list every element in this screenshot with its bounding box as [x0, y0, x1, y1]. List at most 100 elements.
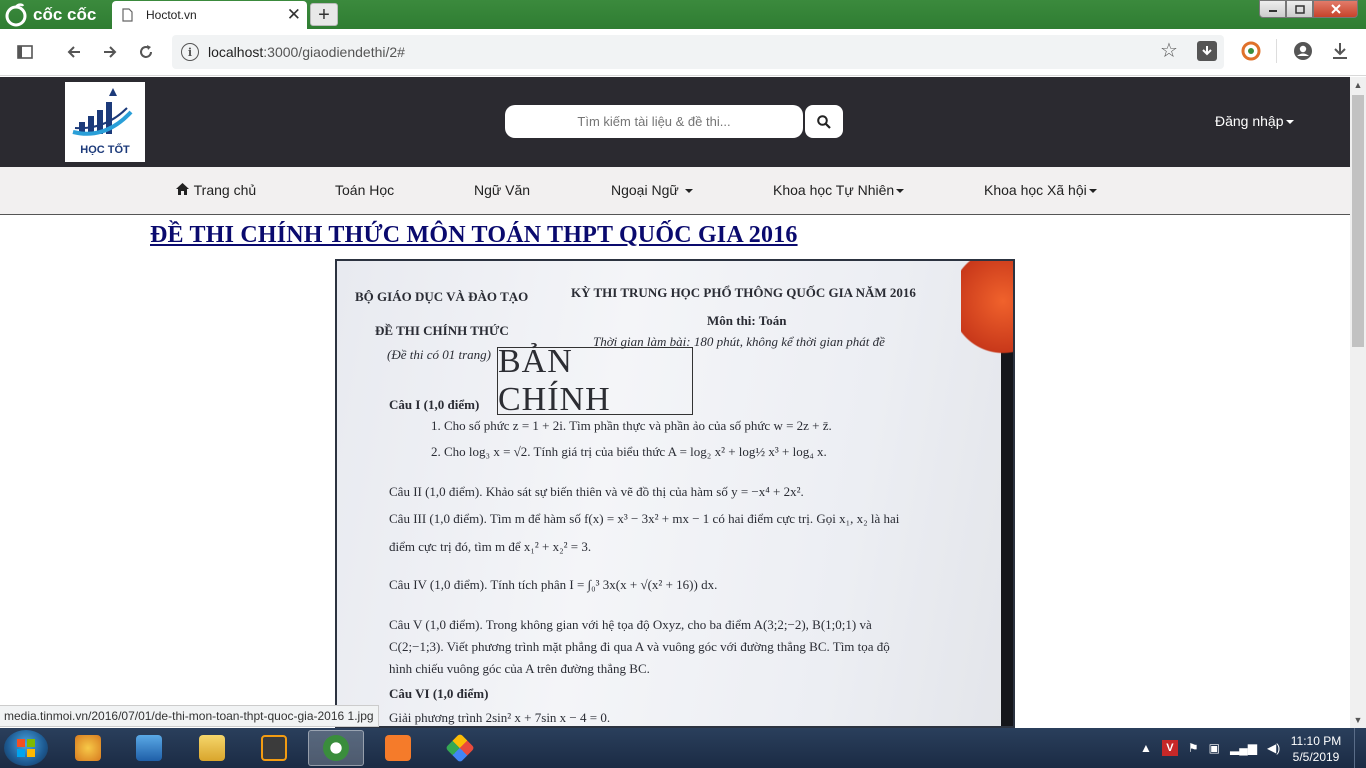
caret-down-icon	[1285, 120, 1294, 125]
site-header: HỌC TỐT Đăng nhập	[0, 77, 1350, 167]
menu-item-natural-science[interactable]: Khoa học Tự Nhiên	[773, 182, 905, 198]
back-button[interactable]	[63, 41, 85, 63]
tab-close-icon[interactable]: ✕	[287, 5, 301, 25]
download-arrow-icon	[1202, 46, 1212, 56]
exam-paper: BỘ GIÁO DỤC VÀ ĐÀO TẠO KỲ THI TRUNG HỌC …	[337, 261, 1005, 726]
sidebar-icon	[17, 45, 33, 59]
close-icon	[1330, 4, 1341, 14]
show-desktop-button[interactable]	[1354, 728, 1366, 768]
question-4: Câu IV (1,0 điểm). Tính tích phân I = ∫₀…	[389, 577, 718, 592]
search-input[interactable]	[505, 105, 803, 138]
menu-item-label: Khoa học Xã hội	[984, 182, 1087, 198]
menu-item-literature[interactable]: Ngữ Văn	[474, 182, 530, 198]
download-icon	[1333, 43, 1347, 59]
menu-item-math[interactable]: Toán Học	[335, 182, 394, 198]
forward-button[interactable]	[99, 41, 121, 63]
toolbar-divider	[1276, 39, 1277, 63]
address-url[interactable]: localhost:3000/giaodiendethi/2#	[208, 44, 405, 60]
search-button[interactable]	[805, 105, 843, 138]
tray-flag-icon[interactable]: ⚑	[1188, 741, 1199, 755]
menu-item-label: Ngữ Văn	[474, 182, 531, 198]
browser-brand[interactable]: cốc cốc	[0, 0, 112, 29]
login-label: Đăng nhập	[1215, 113, 1284, 129]
question-2: Câu II (1,0 điểm). Khảo sát sự biến thiê…	[389, 484, 804, 499]
taskbar-clock[interactable]: 11:10 PM 5/5/2019	[1290, 733, 1342, 765]
home-icon	[176, 183, 189, 195]
close-window-button[interactable]	[1313, 0, 1358, 18]
arrow-right-icon	[104, 46, 117, 58]
question-1-part-2: 2. Cho log₃ x = √2. Tính giá trị của biể…	[431, 444, 827, 459]
official-stamp: BẢN CHÍNH	[497, 343, 693, 418]
question-1-heading: Câu I (1,0 điểm)	[389, 397, 480, 412]
tray-expand-icon[interactable]: ▲	[1140, 741, 1152, 755]
exam-pages: (Đề thi có 01 trang)	[387, 347, 491, 362]
question-5-line-1: Câu V (1,0 điểm). Trong không gian với h…	[389, 617, 872, 632]
caret-down-icon	[684, 189, 693, 194]
clock-date: 5/5/2019	[1292, 750, 1340, 764]
menu-item-foreign-language[interactable]: Ngoại Ngữ	[611, 182, 693, 198]
xampp-icon	[385, 735, 411, 761]
minimize-icon	[1268, 10, 1277, 12]
window-controls	[1259, 0, 1358, 18]
reload-button[interactable]	[135, 41, 157, 63]
media-player-icon	[136, 735, 162, 761]
maximize-icon	[1294, 4, 1305, 14]
exam-ministry: BỘ GIÁO DỤC VÀ ĐÀO TẠO	[355, 289, 529, 304]
downloads-button[interactable]	[1330, 41, 1350, 61]
taskbar-media-player[interactable]	[121, 730, 177, 766]
exam-paper-image[interactable]: BỘ GIÁO DỤC VÀ ĐÀO TẠO KỲ THI TRUNG HỌC …	[335, 259, 1015, 728]
maximize-button[interactable]	[1286, 0, 1313, 18]
taskbar-xampp[interactable]	[370, 730, 426, 766]
address-bar[interactable]: i localhost:3000/giaodiendethi/2#	[172, 35, 1224, 69]
site-logo[interactable]: HỌC TỐT	[65, 82, 145, 162]
taskbar-app-diamond[interactable]	[432, 730, 488, 766]
folder-icon	[199, 735, 225, 761]
menu-item-home[interactable]: Trang chủ	[175, 182, 256, 198]
taskbar-file-explorer[interactable]	[184, 730, 240, 766]
windows-taskbar: ▲ V ⚑ ▣ ▂▄▆ ◀) 11:10 PM 5/5/2019	[0, 728, 1366, 768]
url-path: :3000/giaodiendethi/2#	[263, 44, 405, 60]
question-1-part-1: 1. Cho số phức z = 1 + 2i. Tìm phần thực…	[431, 418, 832, 433]
page-title[interactable]: ĐỀ THI CHÍNH THỨC MÔN TOÁN THPT QUỐC GIA…	[150, 222, 798, 249]
hoctot-logo-icon	[72, 88, 133, 136]
question-5-line-3: hình chiếu vuông góc của A trên đường th…	[389, 661, 650, 676]
browser-brand-name: cốc cốc	[33, 4, 97, 24]
clock-time: 11:10 PM	[1290, 734, 1342, 748]
volume-icon[interactable]: ◀)	[1267, 741, 1280, 755]
tray-v-icon[interactable]: V	[1161, 740, 1178, 756]
menu-item-social-science[interactable]: Khoa học Xã hội	[984, 182, 1097, 198]
network-signal-icon[interactable]: ▂▄▆	[1230, 741, 1257, 755]
question-5-line-2: C(2;−1;3). Viết phương trình mặt phẳng đ…	[389, 639, 890, 654]
logo-text: HỌC TỐT	[80, 144, 130, 156]
tray-phone-icon[interactable]: ▣	[1209, 741, 1220, 755]
taskbar-coccoc-browser[interactable]	[308, 730, 364, 766]
windows-logo-icon	[17, 739, 35, 757]
page-favicon-icon	[122, 8, 133, 22]
scroll-thumb[interactable]	[1352, 95, 1364, 347]
scroll-up-arrow-icon[interactable]: ▲	[1350, 77, 1366, 93]
sidebar-toggle-button[interactable]	[14, 41, 36, 63]
system-tray: ▲ V ⚑ ▣ ▂▄▆ ◀)	[1140, 728, 1280, 768]
menu-item-label: Khoa học Tự Nhiên	[773, 182, 895, 198]
profile-button[interactable]	[1293, 41, 1313, 61]
question-3-line-2: điểm cực trị đó, tìm m để x₁² + x₂² = 3.	[389, 539, 592, 554]
taskbar-sublime-text[interactable]	[246, 730, 302, 766]
bookmark-star-icon[interactable]: ☆	[1160, 41, 1178, 61]
tab-hoctot[interactable]: Hoctot.vn ✕	[112, 1, 307, 29]
start-button[interactable]	[4, 730, 48, 766]
exam-official-label: ĐỀ THI CHÍNH THỨC	[375, 323, 509, 338]
site-info-icon[interactable]: i	[181, 43, 199, 61]
taskbar-paint[interactable]	[60, 730, 116, 766]
question-6-heading: Câu VI (1,0 điểm)	[389, 686, 489, 701]
scroll-down-arrow-icon[interactable]: ▼	[1350, 712, 1366, 728]
question-6-part-1: Giải phương trình 2sin² x + 7sin x − 4 =…	[389, 710, 611, 725]
page-scrollbar[interactable]: ▲ ▼	[1350, 77, 1366, 728]
coccoc-extension-button[interactable]	[1241, 41, 1261, 61]
coccoc-extension-icon	[1241, 41, 1261, 61]
search-icon	[817, 114, 831, 129]
download-extension-button[interactable]	[1197, 41, 1217, 61]
browser-title-bar: cốc cốc Hoctot.vn ✕ +	[0, 0, 1366, 29]
login-dropdown[interactable]: Đăng nhập	[1215, 113, 1294, 129]
new-tab-button[interactable]: +	[310, 3, 338, 26]
minimize-button[interactable]	[1259, 0, 1286, 18]
